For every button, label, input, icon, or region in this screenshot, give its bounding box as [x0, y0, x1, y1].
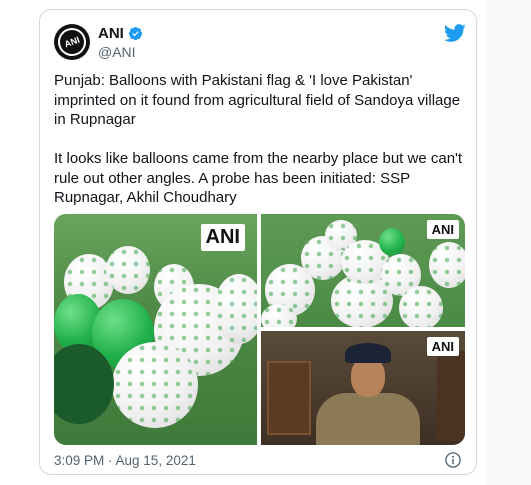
tweet-body: Punjab: Balloons with Pakistani flag & '… [54, 71, 464, 227]
tweet-card[interactable]: ANI ANI @ANI Punjab: Balloons with Pakis… [39, 9, 477, 475]
tweet-timestamp[interactable]: 3:09 PM · Aug 15, 2021 [54, 453, 196, 468]
author-display-name[interactable]: ANI [98, 25, 124, 42]
officer-figure [316, 393, 420, 445]
twitter-bird-icon[interactable] [444, 22, 466, 44]
tweet-paragraph: It looks like balloons came from the nea… [54, 150, 463, 206]
author-handle[interactable]: @ANI [98, 44, 136, 60]
page-background-shade [486, 0, 531, 485]
verified-badge-icon [128, 26, 142, 41]
tweet-paragraph: Punjab: Balloons with Pakistani flag & '… [54, 72, 461, 128]
media-grid: ANI ANI ANI [54, 214, 465, 445]
avatar-logo: ANI [54, 24, 90, 60]
avatar[interactable]: ANI [54, 24, 90, 60]
photo-balloons-closeup[interactable]: ANI [261, 214, 465, 327]
photo-officer[interactable]: ANI [261, 331, 465, 445]
photo-balloons-field[interactable]: ANI [54, 214, 257, 445]
ani-watermark: ANI [426, 337, 459, 356]
officer-cap [345, 343, 391, 363]
officer-face [351, 357, 385, 397]
author-name-row: ANI [98, 25, 143, 42]
ani-watermark: ANI [200, 224, 245, 251]
ani-watermark: ANI [426, 220, 459, 239]
info-icon[interactable] [444, 451, 462, 469]
